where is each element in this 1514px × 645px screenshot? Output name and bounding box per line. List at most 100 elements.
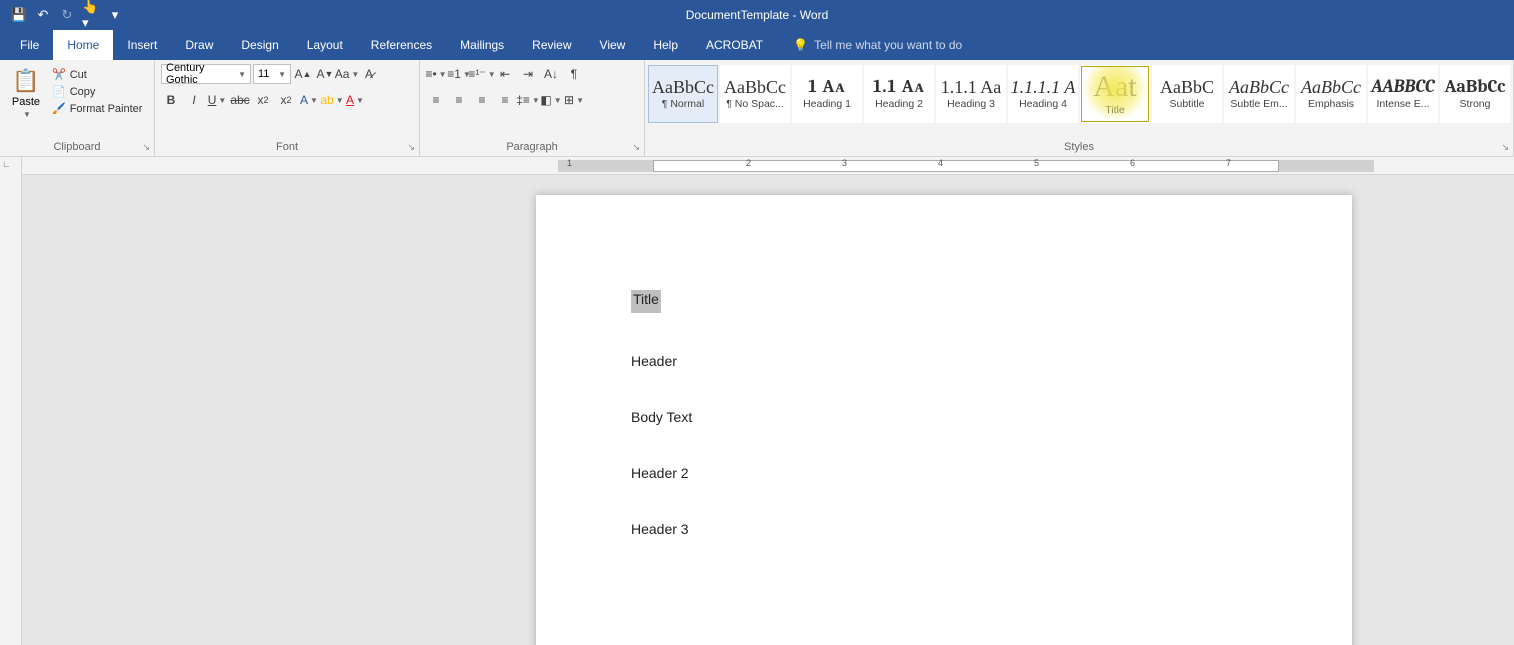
dialog-launcher-icon[interactable]: ↘ xyxy=(407,142,415,153)
superscript-button[interactable]: x2 xyxy=(276,90,296,110)
style-preview: AaBbCc xyxy=(1301,78,1361,96)
style-item-subtle-em-[interactable]: AaBbCcSubtle Em... xyxy=(1224,65,1294,123)
style-preview: Aat xyxy=(1093,72,1136,102)
tab-help[interactable]: Help xyxy=(639,30,692,60)
style-name-label: ¶ No Spac... xyxy=(726,98,784,110)
line-spacing-button[interactable]: ‡≡▼ xyxy=(518,90,538,110)
style-preview: AaBbC xyxy=(1160,78,1214,96)
quick-access-toolbar: 💾 ↶ ↻ 👆▾ ▾ xyxy=(0,6,124,24)
redo-icon[interactable]: ↻ xyxy=(58,6,76,24)
subscript-button[interactable]: x2 xyxy=(253,90,273,110)
style-item--no-spac-[interactable]: AaBbCc¶ No Spac... xyxy=(720,65,790,123)
document-line[interactable]: Body Text xyxy=(631,409,1257,425)
style-item-subtitle[interactable]: AaBbCSubtitle xyxy=(1152,65,1222,123)
tab-mailings[interactable]: Mailings xyxy=(446,30,518,60)
style-name-label: Emphasis xyxy=(1308,98,1354,110)
style-item-intense-e-[interactable]: AABBCCIntense E... xyxy=(1368,65,1438,123)
tab-file[interactable]: File xyxy=(6,30,53,60)
document-line[interactable]: Header 2 xyxy=(631,465,1257,481)
tab-review[interactable]: Review xyxy=(518,30,585,60)
style-name-label: Strong xyxy=(1460,98,1491,110)
group-label-font: Font↘ xyxy=(155,141,419,156)
show-marks-button[interactable]: ¶ xyxy=(564,64,584,84)
style-preview: 1.1.1 Aa xyxy=(941,78,1002,96)
document-line[interactable]: Header xyxy=(631,353,1257,369)
undo-icon[interactable]: ↶ xyxy=(34,6,52,24)
tell-me-placeholder: Tell me what you want to do xyxy=(814,38,962,52)
style-preview: AaBbCc xyxy=(1229,78,1289,96)
document-line[interactable]: Header 3 xyxy=(631,521,1257,537)
copy-button[interactable]: 📄Copy xyxy=(52,85,142,98)
sort-button[interactable]: A↓ xyxy=(541,64,561,84)
change-case-button[interactable]: Aa▼ xyxy=(337,64,357,84)
strikethrough-button[interactable]: abc xyxy=(230,90,250,110)
touch-mode-icon[interactable]: 👆▾ xyxy=(82,6,100,24)
borders-button[interactable]: ⊞▼ xyxy=(564,90,584,110)
decrease-indent-button[interactable]: ⇤ xyxy=(495,64,515,84)
group-clipboard: 📋 Paste ▼ ✂️Cut 📄Copy 🖌️Format Painter C… xyxy=(0,60,155,156)
tab-view[interactable]: View xyxy=(586,30,640,60)
chevron-down-icon: ▼ xyxy=(23,110,31,119)
dialog-launcher-icon[interactable]: ↘ xyxy=(1501,142,1509,153)
style-item--normal[interactable]: AaBbCc¶ Normal xyxy=(648,65,718,123)
workspace: ∟ 2345671 TitleHeaderBody TextHeader 2He… xyxy=(0,157,1514,645)
tab-design[interactable]: Design xyxy=(227,30,292,60)
clipboard-icon: 📋 xyxy=(12,68,39,94)
style-name-label: Title xyxy=(1105,104,1124,116)
group-styles: AaBbCc¶ NormalAaBbCc¶ No Spac...1 AᴀHead… xyxy=(645,60,1514,156)
cut-button[interactable]: ✂️Cut xyxy=(52,68,142,81)
style-name-label: Heading 2 xyxy=(875,98,923,110)
dialog-launcher-icon[interactable]: ↘ xyxy=(632,142,640,153)
highlight-button[interactable]: ab▼ xyxy=(322,90,342,110)
tell-me-search[interactable]: 💡 Tell me what you want to do xyxy=(777,30,962,60)
align-right-button[interactable]: ≡ xyxy=(472,90,492,110)
underline-button[interactable]: U▼ xyxy=(207,90,227,110)
paste-button[interactable]: 📋 Paste ▼ xyxy=(6,64,46,141)
font-color-button[interactable]: A▼ xyxy=(345,90,365,110)
font-name-combo[interactable]: Century Gothic▼ xyxy=(161,64,251,84)
tab-layout[interactable]: Layout xyxy=(293,30,357,60)
grow-font-button[interactable]: A▲ xyxy=(293,64,313,84)
style-item-strong[interactable]: AaBbCcStrong xyxy=(1440,65,1510,123)
shrink-font-button[interactable]: A▼ xyxy=(315,64,335,84)
tab-insert[interactable]: Insert xyxy=(113,30,171,60)
group-font: Century Gothic▼ 11▼ A▲ A▼ Aa▼ A̷ B I U▼ … xyxy=(155,60,420,156)
format-painter-button[interactable]: 🖌️Format Painter xyxy=(52,102,142,115)
style-item-heading-4[interactable]: 1.1.1.1 AHeading 4 xyxy=(1008,65,1078,123)
style-preview: AaBbCc xyxy=(652,78,714,96)
document-line[interactable]: Title xyxy=(631,290,1257,313)
style-item-emphasis[interactable]: AaBbCc Emphasis xyxy=(1296,65,1366,123)
style-item-title[interactable]: Aat Title xyxy=(1080,65,1150,123)
bullets-button[interactable]: ≡•▼ xyxy=(426,64,446,84)
shading-button[interactable]: ◧▼ xyxy=(541,90,561,110)
scissors-icon: ✂️ xyxy=(52,68,66,81)
text-effects-button[interactable]: A▼ xyxy=(299,90,319,110)
vertical-ruler: ∟ xyxy=(0,157,22,645)
align-left-button[interactable]: ≡ xyxy=(426,90,446,110)
document-page[interactable]: Title Header Body Text Header 2 Header 3 xyxy=(536,195,1352,645)
style-item-heading-2[interactable]: 1.1 AᴀHeading 2 xyxy=(864,65,934,123)
style-item-heading-1[interactable]: 1 AᴀHeading 1 xyxy=(792,65,862,123)
style-preview: 1.1.1.1 A xyxy=(1011,78,1076,96)
tab-draw[interactable]: Draw xyxy=(171,30,227,60)
numbering-button[interactable]: ≡1▼ xyxy=(449,64,469,84)
tab-selector[interactable]: ∟ xyxy=(2,159,11,169)
copy-icon: 📄 xyxy=(52,85,66,98)
multilevel-list-button[interactable]: ≡¹⁻▼ xyxy=(472,64,492,84)
window-title: DocumentTemplate - Word xyxy=(686,8,829,22)
dialog-launcher-icon[interactable]: ↘ xyxy=(142,142,150,153)
style-item-heading-3[interactable]: 1.1.1 AaHeading 3 xyxy=(936,65,1006,123)
save-icon[interactable]: 💾 xyxy=(10,6,28,24)
font-size-combo[interactable]: 11▼ xyxy=(253,64,291,84)
bold-button[interactable]: B xyxy=(161,90,181,110)
styles-gallery[interactable]: AaBbCc¶ NormalAaBbCc¶ No Spac...1 AᴀHead… xyxy=(645,62,1513,141)
align-center-button[interactable]: ≡ xyxy=(449,90,469,110)
tab-references[interactable]: References xyxy=(357,30,446,60)
qat-customize-icon[interactable]: ▾ xyxy=(106,6,124,24)
tab-acrobat[interactable]: ACROBAT xyxy=(692,30,777,60)
increase-indent-button[interactable]: ⇥ xyxy=(518,64,538,84)
tab-home[interactable]: Home xyxy=(53,30,113,60)
justify-button[interactable]: ≡ xyxy=(495,90,515,110)
clear-formatting-button[interactable]: A̷ xyxy=(359,64,379,84)
italic-button[interactable]: I xyxy=(184,90,204,110)
